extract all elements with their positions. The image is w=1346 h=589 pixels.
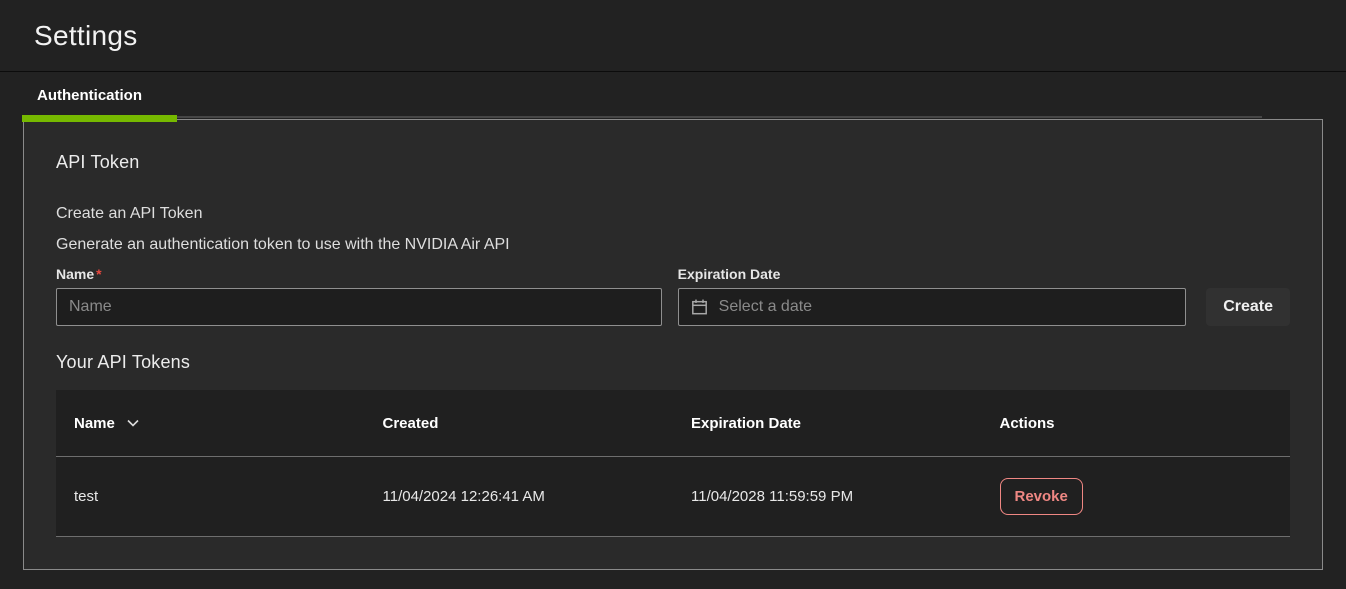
expiration-date-input[interactable] bbox=[678, 288, 1187, 326]
section-title-your-api-tokens: Your API Tokens bbox=[56, 352, 1290, 373]
name-label-text: Name bbox=[56, 266, 94, 282]
column-header-name: Name bbox=[56, 415, 365, 432]
token-created-cell: 11/04/2024 12:26:41 AM bbox=[365, 488, 674, 505]
column-header-expiration: Expiration Date bbox=[673, 415, 982, 432]
name-field-label: Name* bbox=[56, 266, 662, 282]
expiration-field-label: Expiration Date bbox=[678, 266, 1187, 282]
column-header-created: Created bbox=[365, 415, 674, 432]
section-title-api-token: API Token bbox=[56, 152, 1290, 173]
name-field-group: Name* bbox=[56, 266, 662, 326]
page-title: Settings bbox=[34, 20, 138, 52]
create-button[interactable]: Create bbox=[1206, 288, 1290, 326]
tab-bar: Authentication bbox=[22, 72, 1262, 119]
token-actions-cell: Revoke bbox=[982, 478, 1291, 515]
token-expiration-cell: 11/04/2028 11:59:59 PM bbox=[673, 488, 982, 505]
name-input[interactable] bbox=[56, 288, 662, 326]
create-token-description: Generate an authentication token to use … bbox=[56, 236, 1290, 254]
token-name-cell: test bbox=[56, 488, 365, 505]
table-header-row: Name Created Expiration Date Actions bbox=[56, 390, 1290, 457]
tab-authentication[interactable]: Authentication bbox=[37, 87, 142, 104]
tab-bar-divider bbox=[22, 116, 1262, 118]
table-row: test 11/04/2024 12:26:41 AM 11/04/2028 1… bbox=[56, 457, 1290, 537]
api-token-card: API Token Create an API Token Generate a… bbox=[23, 119, 1323, 570]
chevron-down-icon[interactable] bbox=[127, 419, 139, 427]
expiration-input-wrap bbox=[678, 288, 1187, 326]
expiration-field-group: Expiration Date bbox=[678, 266, 1187, 326]
active-tab-indicator bbox=[22, 115, 177, 122]
page-header: Settings bbox=[0, 0, 1346, 72]
required-asterisk: * bbox=[96, 266, 101, 282]
column-header-actions: Actions bbox=[982, 415, 1291, 432]
tokens-table: Name Created Expiration Date Actions tes… bbox=[56, 390, 1290, 537]
column-header-name-label: Name bbox=[74, 415, 115, 432]
revoke-button[interactable]: Revoke bbox=[1000, 478, 1083, 515]
calendar-icon bbox=[691, 299, 708, 316]
create-token-heading: Create an API Token bbox=[56, 205, 1290, 223]
create-token-form: Name* Expiration Date Create bbox=[56, 266, 1290, 326]
